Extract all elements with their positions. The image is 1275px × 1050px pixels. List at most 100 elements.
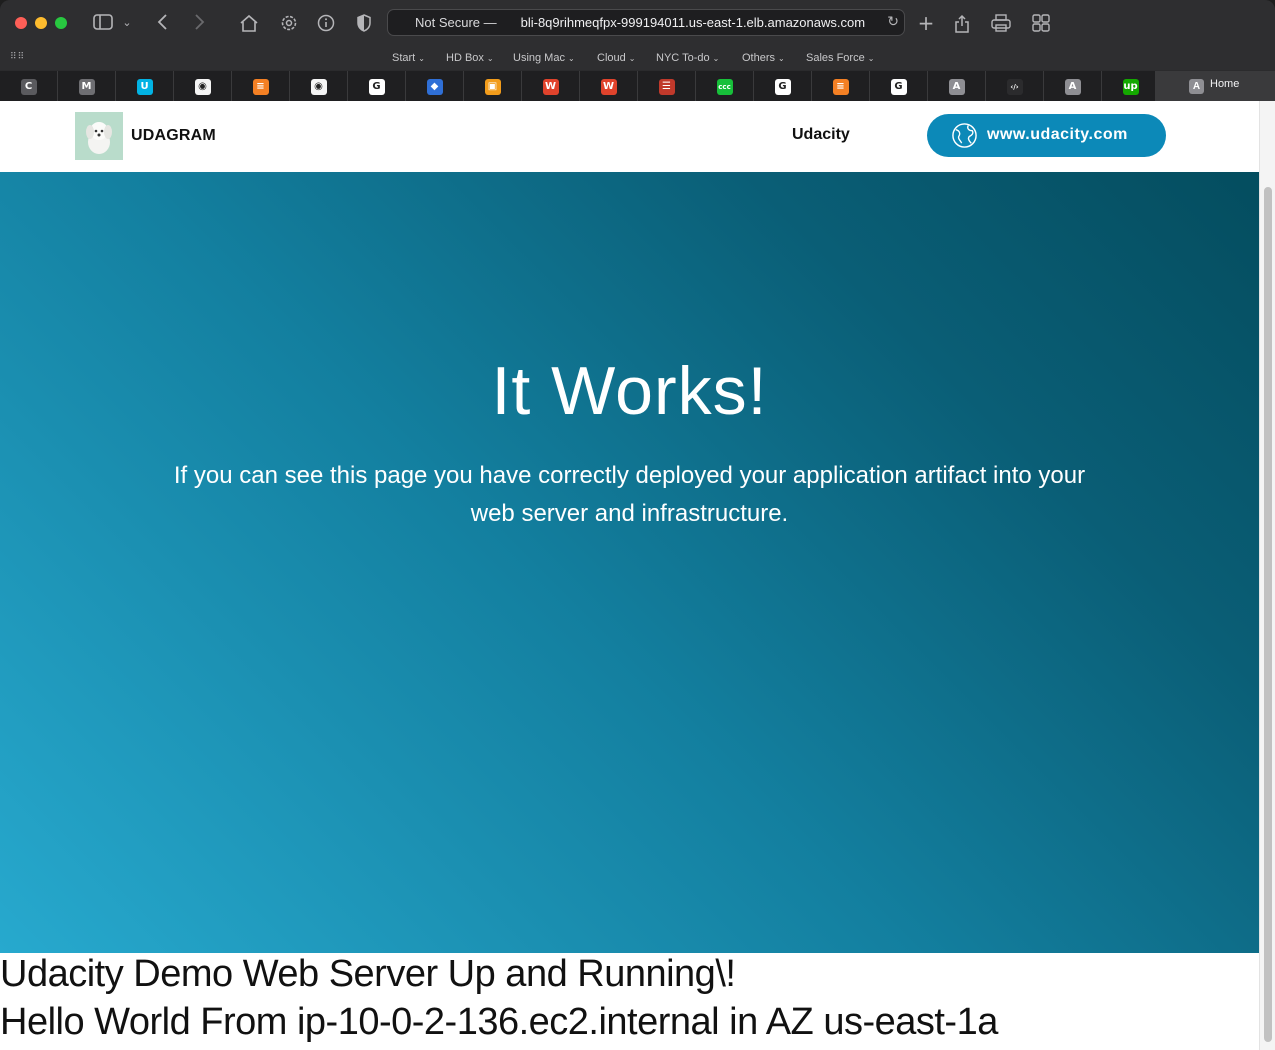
m-icon: M xyxy=(78,79,95,95)
not-secure-label: Not Secure — xyxy=(415,15,497,30)
favorite-cloud[interactable]: Cloud ⌄ xyxy=(597,50,635,66)
tab-home[interactable]: A Home xyxy=(1155,71,1275,101)
zoom-window-button[interactable] xyxy=(55,17,67,29)
google-icon: G xyxy=(774,79,791,95)
info-icon[interactable] xyxy=(314,11,338,35)
favorite-label: Others xyxy=(742,52,776,64)
favorite-label: Using Mac xyxy=(513,52,565,64)
browser-tab[interactable]: ☰ xyxy=(638,71,696,101)
browser-tab[interactable]: C xyxy=(0,71,58,101)
github-icon: ◉ xyxy=(310,79,327,95)
scrollbar-thumb[interactable] xyxy=(1264,187,1272,1042)
tab-overview-icon[interactable] xyxy=(1029,11,1053,35)
page-scrollbar[interactable] xyxy=(1259,101,1275,1050)
close-window-button[interactable] xyxy=(15,17,27,29)
browser-tab[interactable]: ◆ xyxy=(406,71,464,101)
a-icon: A xyxy=(1064,79,1081,95)
w-icon: W xyxy=(542,79,559,95)
tab-label: Home xyxy=(1210,78,1240,90)
tab-bar: C M U ◉ ≡ ◉ G ◆ ▣ W W ☰ ccc G ≡ G A ‹/› Aup A Home xyxy=(0,71,1275,101)
favorite-others[interactable]: Others ⌄ xyxy=(742,50,785,66)
gear-icon[interactable] xyxy=(277,11,301,35)
chevron-down-icon: ⌄ xyxy=(486,54,494,63)
hero-description: If you can see this page you have correc… xyxy=(173,462,1086,527)
aws-box-icon: ▣ xyxy=(484,79,501,95)
c-icon: C xyxy=(20,79,37,95)
a-icon: A xyxy=(1189,79,1204,94)
browser-tab[interactable]: A xyxy=(1044,71,1102,101)
favorite-nyc-todo[interactable]: NYC To-do ⌄ xyxy=(656,50,719,66)
chevron-down-icon: ⌄ xyxy=(712,54,720,63)
browser-window: ⌄ Not Secure — bli-8q9rihmeqfpx-99919401… xyxy=(0,0,1275,1050)
browser-tab[interactable]: M xyxy=(58,71,116,101)
apps-grid-icon[interactable]: ⠿⠿ xyxy=(10,51,24,63)
favorite-using-mac[interactable]: Using Mac ⌄ xyxy=(513,50,575,66)
shield-blue-icon: ◆ xyxy=(426,79,443,95)
favorite-sales-force[interactable]: Sales Force ⌄ xyxy=(806,50,874,66)
bars-icon: ☰ xyxy=(658,79,675,95)
hero-section: It Works! If you can see this page you h… xyxy=(0,172,1259,953)
favorite-label: NYC To-do xyxy=(656,52,710,64)
browser-tab[interactable]: G xyxy=(754,71,812,101)
udacity-icon: U xyxy=(136,79,153,95)
google-icon: G xyxy=(890,79,907,95)
browser-tab[interactable]: ◉ xyxy=(290,71,348,101)
sidebar-toggle-icon[interactable] xyxy=(91,11,115,35)
udacity-website-button[interactable]: www.udacity.com xyxy=(927,114,1166,157)
button-label: www.udacity.com xyxy=(987,126,1128,143)
reload-icon[interactable]: ↻ xyxy=(887,10,899,35)
chevron-down-icon: ⌄ xyxy=(418,54,425,63)
browser-tab[interactable]: ▣ xyxy=(464,71,522,101)
forward-arrow-icon[interactable] xyxy=(187,11,211,35)
chevron-down-icon: ⌄ xyxy=(567,54,575,63)
brand-name[interactable]: UDAGRAM xyxy=(131,127,216,145)
favorite-label: Start xyxy=(392,52,416,64)
github-icon: ◉ xyxy=(194,79,211,95)
browser-tab[interactable]: ‹/› xyxy=(986,71,1044,101)
udacity-nav-link[interactable]: Udacity xyxy=(792,126,850,144)
privacy-shield-icon[interactable] xyxy=(352,11,376,35)
browser-tab[interactable]: U xyxy=(116,71,174,101)
globe-icon xyxy=(952,123,977,148)
favorite-label: Sales Force xyxy=(806,52,865,64)
address-bar[interactable]: Not Secure — bli-8q9rihmeqfpx-999194011.… xyxy=(387,9,905,36)
browser-tab[interactable]: up xyxy=(1102,71,1160,101)
host-info-heading: Hello World From ip-10-0-2-136.ec2.inter… xyxy=(0,1001,998,1043)
site-navbar: UDAGRAM Udacity www.udacity.com xyxy=(0,101,1259,172)
code-icon: ‹/› xyxy=(1006,79,1023,95)
chevron-down-icon: ⌄ xyxy=(628,54,636,63)
browser-tab[interactable]: G xyxy=(870,71,928,101)
w-icon: W xyxy=(600,79,617,95)
share-icon[interactable] xyxy=(950,11,974,35)
home-icon[interactable] xyxy=(237,11,261,35)
browser-tab[interactable]: ≡ xyxy=(232,71,290,101)
browser-tab[interactable]: A xyxy=(928,71,986,101)
new-tab-plus-icon[interactable]: + xyxy=(914,11,938,35)
browser-tab[interactable]: W xyxy=(522,71,580,101)
chevron-down-icon[interactable]: ⌄ xyxy=(120,11,134,35)
stackoverflow-icon: ≡ xyxy=(252,79,269,95)
upwork-icon: up xyxy=(1122,79,1139,95)
browser-tab[interactable]: ccc xyxy=(696,71,754,101)
browser-toolbar: ⌄ Not Secure — bli-8q9rihmeqfpx-99919401… xyxy=(0,0,1275,46)
minimize-window-button[interactable] xyxy=(35,17,47,29)
stackoverflow-icon: ≡ xyxy=(832,79,849,95)
browser-tab[interactable]: ◉ xyxy=(174,71,232,101)
url-host: bli-8q9rihmeqfpx-999194011.us-east-1.elb… xyxy=(518,15,866,30)
favorite-hd-box[interactable]: HD Box ⌄ xyxy=(446,50,494,66)
web-page: UDAGRAM Udacity www.udacity.com It Works… xyxy=(0,101,1259,1050)
favorite-label: Cloud xyxy=(597,52,626,64)
back-arrow-icon[interactable] xyxy=(151,11,175,35)
hero-title: It Works! xyxy=(491,353,768,429)
favorites-bar: ⠿⠿ Start ⌄ HD Box ⌄ Using Mac ⌄ Cloud ⌄ NYC … xyxy=(0,46,1275,70)
browser-tab[interactable]: ≡ xyxy=(812,71,870,101)
favorite-start[interactable]: Start ⌄ xyxy=(392,50,425,66)
print-icon[interactable] xyxy=(989,11,1013,35)
browser-tab[interactable]: G xyxy=(348,71,406,101)
udagram-logo[interactable] xyxy=(75,112,123,160)
chevron-down-icon: ⌄ xyxy=(778,54,785,63)
browser-tab[interactable]: W xyxy=(580,71,638,101)
chevron-down-icon: ⌄ xyxy=(867,54,875,63)
favorite-label: HD Box xyxy=(446,52,484,64)
server-status-heading: Udacity Demo Web Server Up and Running\! xyxy=(0,953,736,995)
